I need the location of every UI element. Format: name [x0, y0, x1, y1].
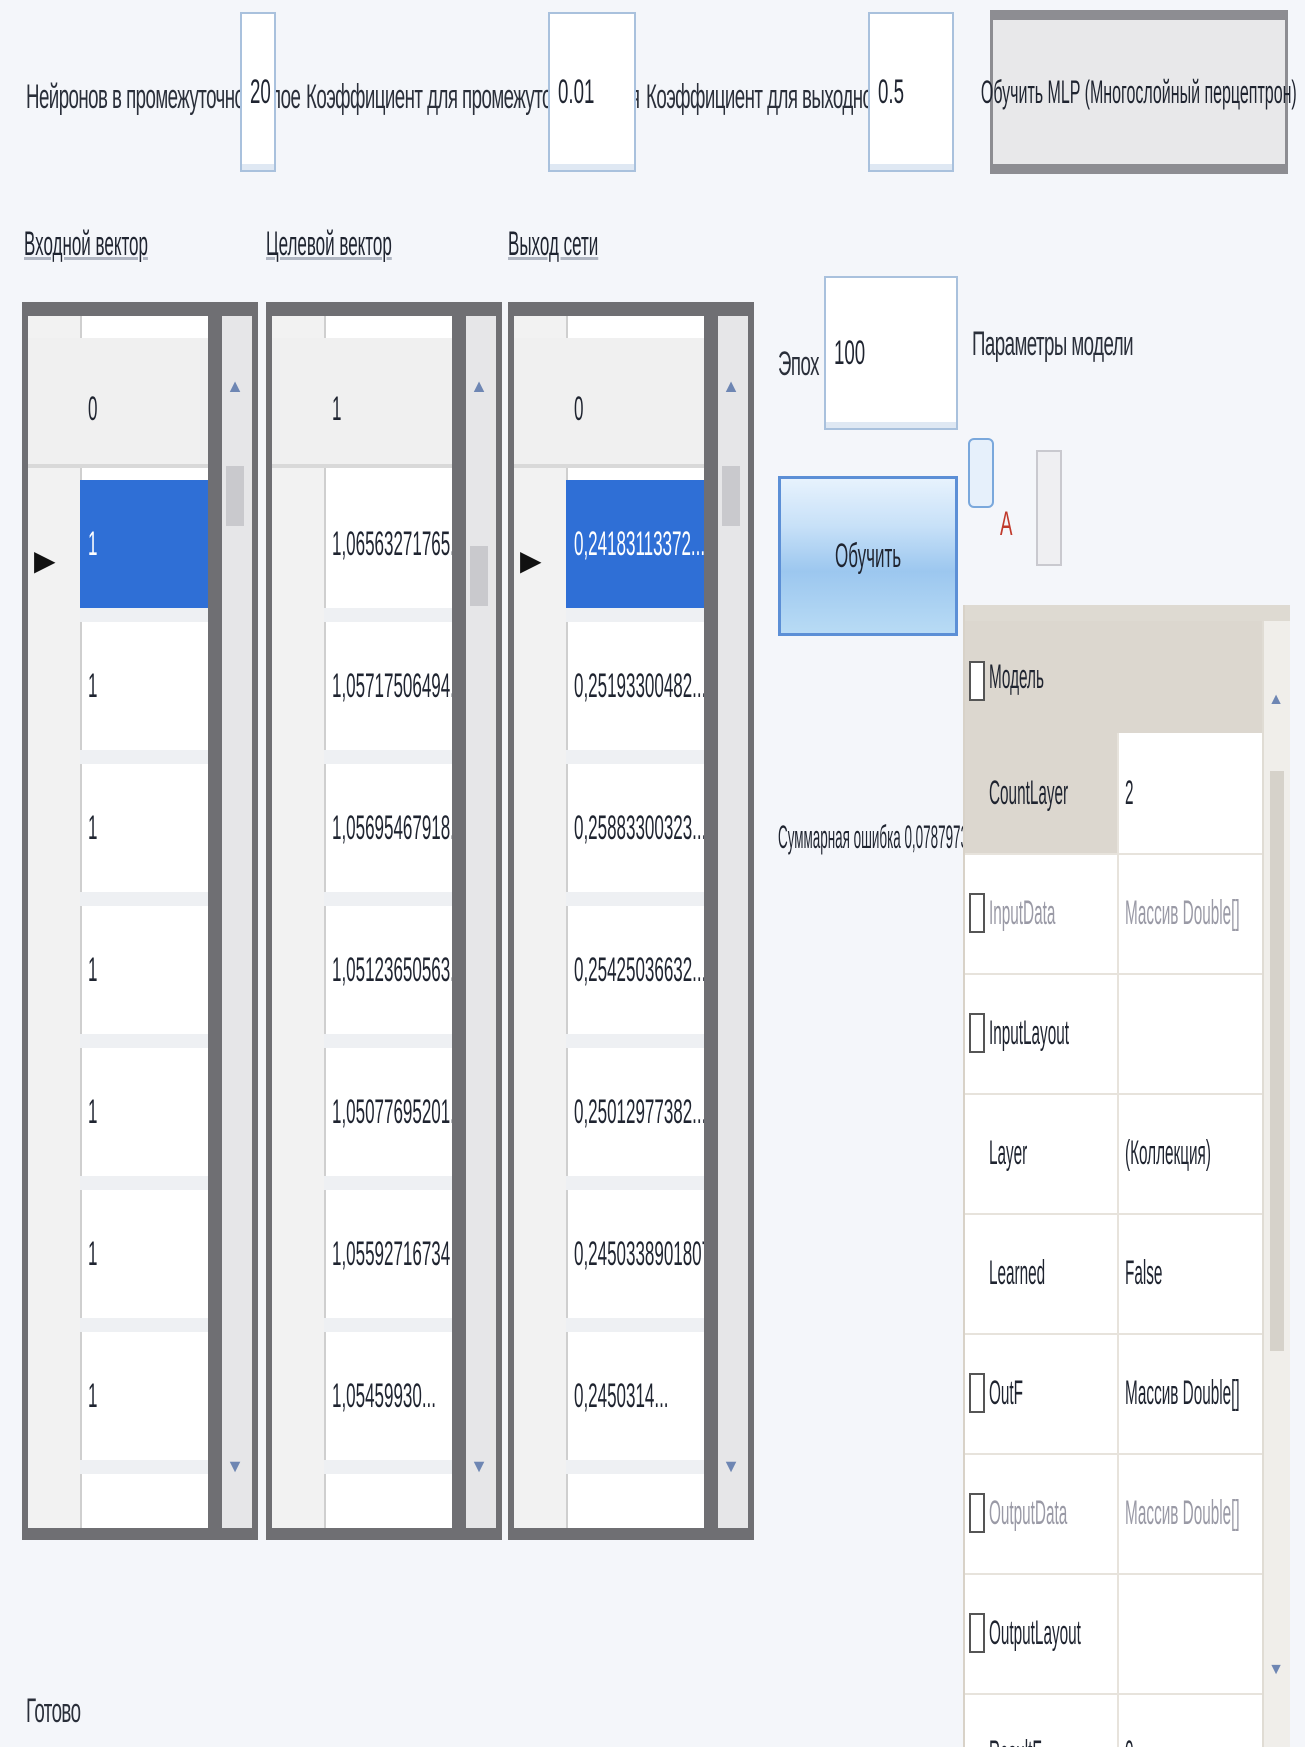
scroll-down-icon[interactable]: ▼ [1268, 1661, 1284, 1679]
table-row[interactable]: 1 [80, 480, 208, 622]
table-row[interactable]: 0,25425036632... [566, 906, 704, 1048]
option-b-checkbox[interactable] [1036, 450, 1062, 566]
table-row[interactable]: 1,05077695201... [324, 1048, 452, 1190]
vertical-scrollbar[interactable]: ▲ ▼ [704, 316, 748, 1528]
scroll-thumb[interactable] [470, 546, 488, 606]
grid-header-cell: 0 [88, 389, 98, 428]
table-row[interactable]: 1 [80, 1332, 208, 1474]
model-params-label: Параметры модели [972, 325, 1134, 363]
table-row[interactable]: 1,06563271765... [324, 480, 452, 622]
property-row[interactable]: Learned False [965, 1213, 1262, 1335]
current-row-marker-icon: ▶ [34, 545, 56, 576]
input-vector-title: Входной вектор [24, 225, 148, 263]
collapse-icon[interactable] [969, 661, 985, 701]
table-row[interactable]: 0,2450314... [566, 1332, 704, 1474]
output-coef-input[interactable]: 0.5 [868, 12, 954, 172]
status-label: Готово [26, 1692, 81, 1730]
expand-icon[interactable] [969, 893, 985, 933]
table-row[interactable]: 1,05695467918... [324, 764, 452, 906]
table-row[interactable]: 1,05592716734 [324, 1190, 452, 1332]
table-row[interactable]: 0,24183113372... [566, 480, 704, 622]
table-row[interactable]: 1 [80, 764, 208, 906]
neurons-input[interactable]: 20 [240, 12, 276, 172]
target-vector-title: Целевой вектор [266, 225, 392, 263]
table-row[interactable]: 1,05717506494... [324, 622, 452, 764]
property-row[interactable]: InputData Массив Double[] [965, 853, 1262, 975]
train-button[interactable]: Обучить [778, 476, 958, 636]
property-row[interactable]: Layer (Коллекция) [965, 1093, 1262, 1215]
expand-icon[interactable] [969, 1013, 985, 1053]
property-row[interactable]: CountLayer 2 [965, 733, 1262, 855]
property-group-header[interactable]: Модель [965, 621, 1262, 735]
scroll-down-icon[interactable]: ▼ [470, 1456, 488, 1477]
current-row-marker-icon: ▶ [520, 545, 542, 576]
table-row[interactable]: 0,25193300482... [566, 622, 704, 764]
property-grid[interactable]: Модель CountLayer 2 InputData Массив Dou… [963, 605, 1290, 1747]
table-row[interactable]: 0,25883300323... [566, 764, 704, 906]
table-row[interactable]: 1 [80, 906, 208, 1048]
property-row[interactable]: OutF Массив Double[] [965, 1333, 1262, 1455]
table-row[interactable]: 0,25012977382... [566, 1048, 704, 1190]
grid-header-cell: 0 [574, 389, 584, 428]
network-output-title: Выход сети [508, 225, 599, 263]
scroll-thumb[interactable] [722, 466, 740, 526]
property-row[interactable]: InputLayout [965, 973, 1262, 1095]
scroll-thumb[interactable] [226, 466, 244, 526]
expand-icon[interactable] [969, 1373, 985, 1413]
table-row[interactable]: 0,24503389018075 [566, 1190, 704, 1332]
network-output-grid[interactable]: 0 ▶ 0,24183113372... 0,25193300482... 0,… [508, 302, 754, 1540]
vertical-scrollbar[interactable]: ▲ ▼ [1262, 621, 1290, 1747]
scroll-up-icon[interactable]: ▲ [470, 376, 488, 397]
train-mlp-button[interactable]: Обучить MLP (Многослойный перцептрон) [981, 10, 1297, 174]
scroll-up-icon[interactable]: ▲ [226, 376, 244, 397]
row-header-column [514, 316, 568, 1528]
option-a-checkbox[interactable] [968, 438, 994, 508]
table-row[interactable]: 1 [80, 1048, 208, 1190]
row-header-column [28, 316, 82, 1528]
property-row[interactable]: OutputData Массив Double[] [965, 1453, 1262, 1575]
table-row[interactable]: 1,05459930... [324, 1332, 452, 1474]
vertical-scrollbar[interactable]: ▲ ▼ [208, 316, 252, 1528]
scroll-up-icon[interactable]: ▲ [1268, 691, 1284, 709]
row-header-column [272, 316, 326, 1528]
scroll-up-icon[interactable]: ▲ [722, 376, 740, 397]
table-row[interactable]: 1 [80, 622, 208, 764]
property-grid-top-bar [965, 605, 1290, 621]
hidden-coef-input[interactable]: 0.01 [548, 12, 636, 172]
table-row[interactable]: 1 [80, 1190, 208, 1332]
target-vector-grid[interactable]: 1 1,06563271765... 1,05717506494... 1,05… [266, 302, 502, 1540]
table-row[interactable]: 1,05123650563... [324, 906, 452, 1048]
grid-header-cell: 1 [332, 389, 342, 428]
expand-icon[interactable] [969, 1493, 985, 1533]
input-vector-grid[interactable]: 0 ▶ 1 1 1 1 1 1 1 ▲ ▼ [22, 302, 258, 1540]
property-row[interactable]: OutputLayout [965, 1573, 1262, 1695]
epochs-label: Эпох [778, 345, 819, 383]
expand-icon[interactable] [969, 1613, 985, 1653]
option-a-label: A [1000, 505, 1012, 543]
property-row[interactable]: ResultF 0 [965, 1693, 1262, 1747]
vertical-scrollbar[interactable]: ▲ ▼ [452, 316, 496, 1528]
epochs-input[interactable]: 100 [824, 276, 958, 430]
total-error-text: Суммарная ошибка 0,078797365362222 [778, 819, 1028, 855]
scroll-down-icon[interactable]: ▼ [722, 1456, 740, 1477]
scroll-down-icon[interactable]: ▼ [226, 1456, 244, 1477]
scroll-thumb[interactable] [1270, 771, 1284, 1351]
